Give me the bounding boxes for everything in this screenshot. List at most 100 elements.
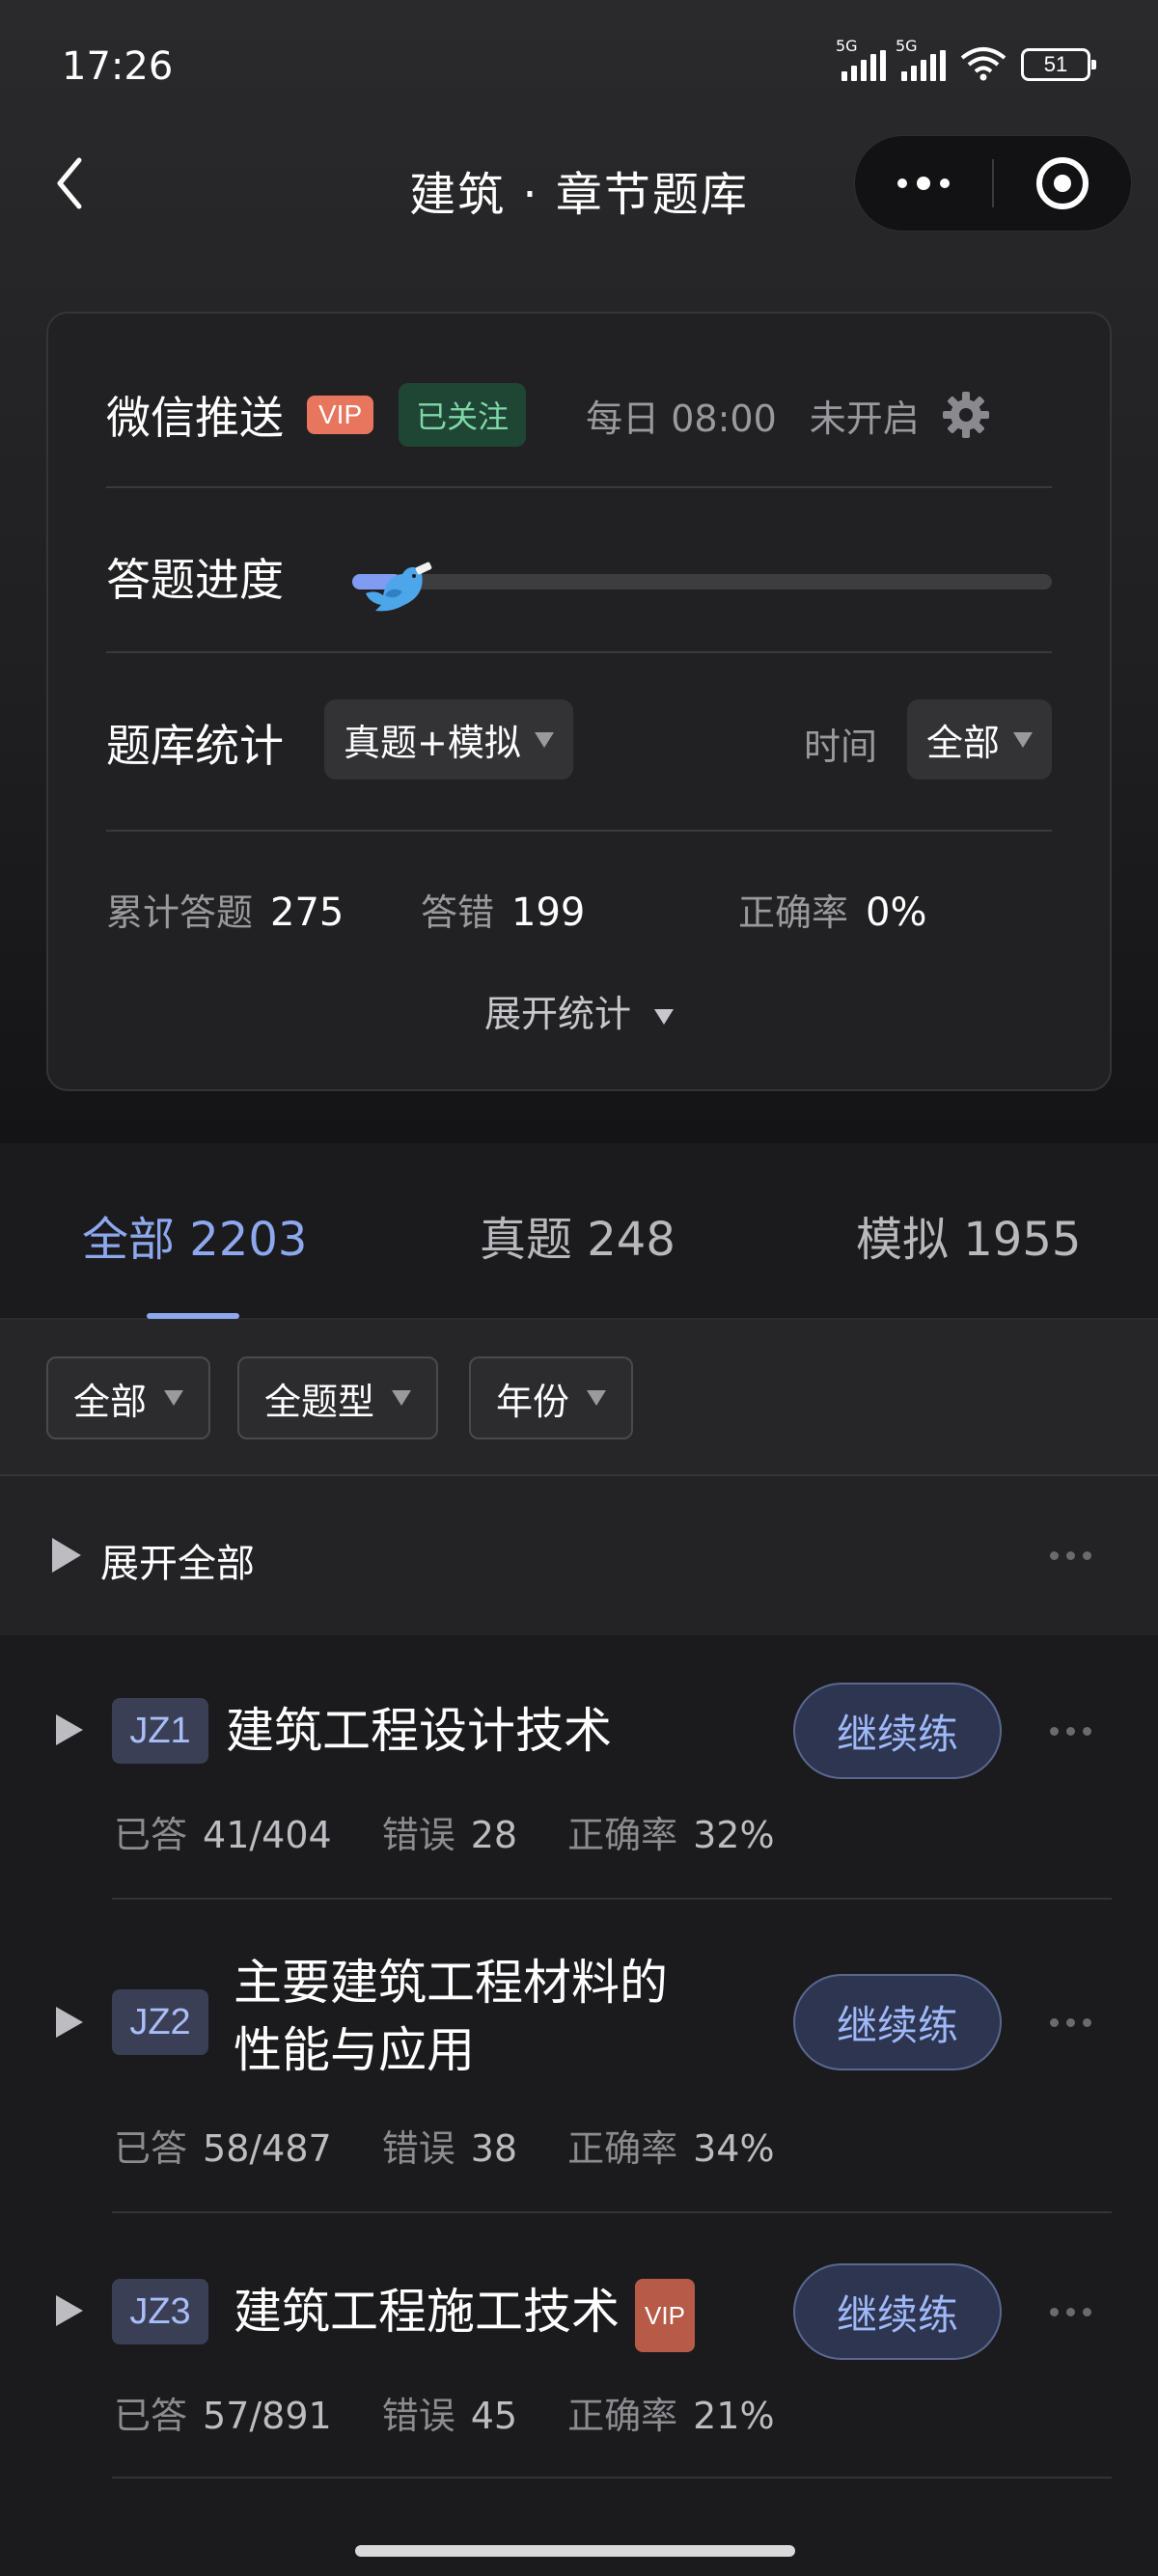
chapter-item[interactable]: JZ1 建筑工程设计技术 继续练 已答 41/404 错误 28 正确率 32% (0, 1635, 1158, 1901)
progress-label: 答题进度 (106, 554, 284, 606)
divider (106, 486, 1052, 488)
expand-stats-button[interactable]: 展开统计 (48, 984, 1110, 1037)
stats-card: 微信推送 VIP 已关注 每日 08:00 未开启 答题进度 题库统计 真题+模… (46, 312, 1112, 1091)
daily-push-time[interactable]: 每日 08:00 (586, 389, 777, 442)
total-label: 累计答题 (106, 891, 254, 934)
status-time: 17:26 (62, 44, 174, 89)
time-filter-dropdown[interactable]: 全部 (906, 699, 1052, 780)
chapter-code: JZ3 (112, 2279, 208, 2344)
chapter-stats: 已答 58/487 错误 38 正确率 34% (114, 2119, 825, 2172)
play-triangle-icon[interactable] (56, 2007, 83, 2038)
push-status: 未开启 (809, 397, 920, 440)
tab-bar: 全部 2203 真题 248 模拟 1955 (0, 1143, 1158, 1320)
bank-filter-value: 真题+模拟 (344, 722, 521, 764)
dropdown-triangle-icon (587, 1390, 607, 1406)
question-type-filter[interactable]: 全题型 (237, 1357, 439, 1439)
play-triangle-icon[interactable] (56, 2295, 83, 2326)
more-button[interactable] (855, 135, 992, 232)
chapter-title: 主要建筑工程材料的 性能与应用 (234, 1949, 668, 2084)
dropdown-triangle-icon (392, 1390, 412, 1406)
wifi-icon (960, 47, 1006, 81)
expand-all-row[interactable]: 展开全部 (0, 1476, 1158, 1635)
gear-icon[interactable] (941, 390, 991, 440)
divider (112, 2477, 1112, 2479)
sim2-label: 5G (896, 37, 918, 55)
continue-practice-button[interactable]: 继续练 (793, 1974, 1002, 2070)
time-filter-value: 全部 (925, 722, 1000, 764)
chapter-title-line1: 主要建筑工程材料的 (234, 1955, 668, 2011)
chapter-title: 建筑工程施工技术 VIP (234, 2278, 695, 2352)
accuracy-label: 正确率 (567, 2395, 678, 2437)
accuracy-value: 32% (693, 1814, 775, 1856)
question-type-filter-label: 全题型 (264, 1380, 375, 1423)
errors-value: 45 (470, 2395, 518, 2437)
tab-mock[interactable]: 模拟 1955 (856, 1201, 1081, 1269)
battery-icon: 51 (1021, 48, 1096, 81)
chapter-stats: 已答 57/891 错误 45 正确率 21% (114, 2386, 825, 2439)
divider (106, 651, 1052, 653)
more-dots-icon[interactable] (1050, 2308, 1091, 2316)
tab-all[interactable]: 全部 2203 (82, 1201, 307, 1269)
errors-label: 错误 (381, 2127, 455, 2170)
chapter-title-text: 建筑工程施工技术 (234, 2284, 620, 2340)
chapter-title-line2: 性能与应用 (234, 2022, 475, 2078)
filter-bar: 全部 全题型 年份 (0, 1320, 1158, 1476)
accuracy-stat: 正确率 0% (738, 883, 926, 936)
expand-all-label: 展开全部 (100, 1542, 255, 1586)
year-filter[interactable]: 年份 (469, 1357, 634, 1439)
play-triangle-icon[interactable] (56, 1714, 83, 1745)
mini-program-capsule (854, 135, 1132, 232)
accuracy-label: 正确率 (567, 2127, 678, 2170)
continue-practice-button[interactable]: 继续练 (793, 1683, 1002, 1779)
scope-filter[interactable]: 全部 (46, 1357, 211, 1439)
chapter-item[interactable]: JZ3 建筑工程施工技术 VIP 继续练 已答 57/891 错误 45 正确率 21% (0, 2214, 1158, 2484)
wrong-stat: 答错 199 (421, 883, 585, 936)
wrong-value: 199 (511, 891, 586, 935)
push-label: 微信推送 (106, 392, 284, 444)
cell-signal-icon: 5G (836, 37, 886, 81)
answered-value: 57/891 (203, 2395, 332, 2437)
tab-real-exam[interactable]: 真题 248 (480, 1201, 676, 1269)
chapter-stats: 已答 41/404 错误 28 正确率 32% (114, 1805, 825, 1858)
nav-bar: 建筑 · 章节题库 (0, 135, 1158, 232)
status-bar: 17:26 5G 5G 51 (0, 0, 1158, 135)
answered-label: 已答 (114, 1814, 188, 1856)
chapter-code: JZ2 (112, 1989, 208, 2055)
total-answered-stat: 累计答题 275 (106, 883, 344, 936)
progress-bar (352, 562, 1052, 612)
accuracy-label: 正确率 (567, 1814, 678, 1856)
errors-value: 38 (470, 2127, 518, 2170)
battery-level: 51 (1043, 52, 1068, 76)
more-dots-icon (897, 177, 950, 190)
home-indicator (355, 2545, 795, 2557)
answered-value: 41/404 (203, 1814, 332, 1856)
close-mini-program-button[interactable] (994, 135, 1131, 232)
wrong-label: 答错 (421, 891, 495, 934)
accuracy-value: 21% (693, 2395, 775, 2437)
accuracy-label: 正确率 (738, 891, 849, 934)
active-tab-indicator (147, 1313, 239, 1319)
continue-practice-button[interactable]: 继续练 (793, 2263, 1002, 2360)
sim1-label: 5G (836, 37, 858, 55)
vip-badge: VIP (307, 396, 374, 434)
errors-label: 错误 (381, 1814, 455, 1856)
followed-badge[interactable]: 已关注 (399, 383, 527, 447)
more-dots-icon[interactable] (1050, 1727, 1091, 1736)
status-icons: 5G 5G 51 (836, 37, 1096, 81)
vip-badge: VIP (635, 2278, 695, 2352)
answered-label: 已答 (114, 2127, 188, 2170)
chapter-item[interactable]: JZ2 主要建筑工程材料的 性能与应用 继续练 已答 58/487 错误 38 正确率 3… (0, 1901, 1158, 2214)
divider (112, 1898, 1112, 1900)
bird-icon (365, 562, 432, 612)
dropdown-triangle-icon (654, 1008, 675, 1025)
total-value: 275 (270, 891, 345, 935)
answered-label: 已答 (114, 2395, 188, 2437)
bank-filter-dropdown[interactable]: 真题+模拟 (324, 699, 573, 780)
dropdown-triangle-icon (164, 1390, 184, 1406)
stats-filter-row: 题库统计 真题+模拟 时间 全部 (106, 699, 1052, 781)
target-icon (1035, 157, 1089, 209)
time-label: 时间 (804, 726, 878, 768)
more-dots-icon[interactable] (1050, 1551, 1091, 1560)
more-dots-icon[interactable] (1050, 2018, 1091, 2027)
summary-stats-row: 累计答题 275 答错 199 正确率 0% (106, 883, 1052, 941)
